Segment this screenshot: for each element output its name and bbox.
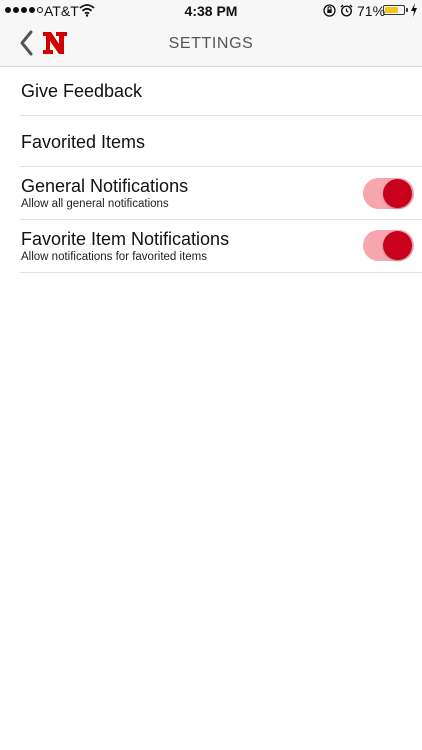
favorite-item-notifications-description: Allow notifications for favorited items bbox=[21, 251, 207, 263]
general-notifications-toggle[interactable] bbox=[363, 178, 414, 209]
general-notifications-label: General Notifications bbox=[21, 176, 189, 196]
charging-icon bbox=[410, 3, 418, 22]
general-notifications-row: General Notifications Allow all general … bbox=[20, 167, 422, 220]
general-notifications-description: Allow all general notifications bbox=[21, 198, 169, 210]
page-title: SETTINGS bbox=[168, 35, 254, 52]
give-feedback-label: Give Feedback bbox=[21, 81, 143, 101]
favorite-item-notifications-toggle[interactable] bbox=[363, 230, 414, 261]
favorite-item-notifications-label: Favorite Item Notifications bbox=[21, 229, 230, 249]
give-feedback-row[interactable]: Give Feedback bbox=[20, 66, 422, 116]
battery-icon bbox=[383, 5, 405, 15]
favorite-item-notifications-row: Favorite Item Notifications Allow notifi… bbox=[20, 220, 422, 273]
battery-tip bbox=[406, 8, 408, 12]
favorited-items-row[interactable]: Favorited Items bbox=[20, 116, 422, 167]
battery-level-fill bbox=[385, 7, 398, 13]
toggle-knob bbox=[383, 179, 412, 208]
toggle-knob bbox=[383, 231, 412, 260]
status-bar: AT&T 4:38 PM 71% bbox=[0, 0, 422, 22]
orientation-lock-icon bbox=[323, 4, 336, 22]
battery-percentage: 71% bbox=[357, 3, 386, 19]
alarm-icon bbox=[340, 4, 353, 22]
favorited-items-label: Favorited Items bbox=[21, 132, 146, 152]
navigation-bar: SETTINGS bbox=[0, 22, 422, 67]
